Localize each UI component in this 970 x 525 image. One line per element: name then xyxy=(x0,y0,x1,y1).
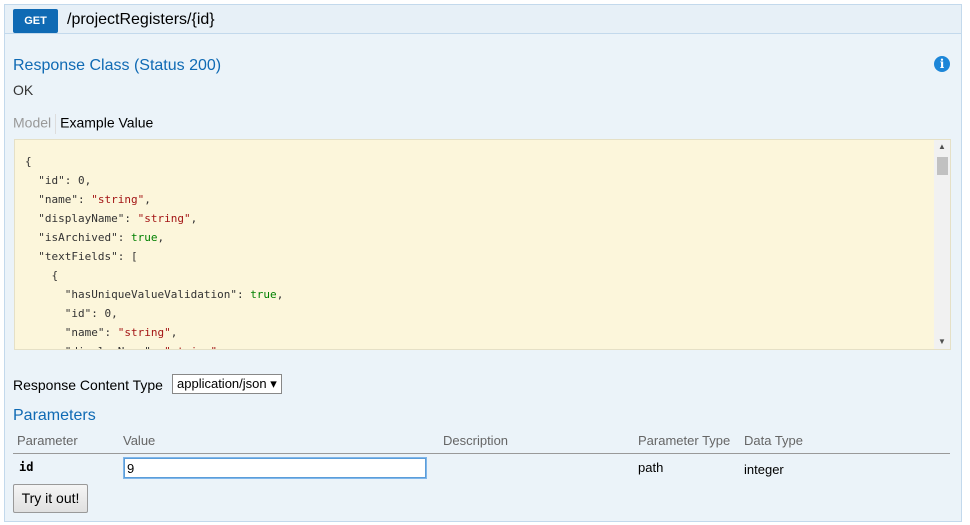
code-token: : xyxy=(91,307,105,320)
code-token: "string" xyxy=(137,212,191,225)
operation-heading[interactable]: GET /projectRegisters/{id} xyxy=(5,5,961,34)
col-description: Description xyxy=(443,433,509,448)
tab-example-value[interactable]: Example Value xyxy=(60,115,153,131)
code-token: : xyxy=(64,174,78,187)
code-token: "string" xyxy=(164,345,217,349)
example-value-box[interactable]: { "id": 0, "name": "string", "displayNam… xyxy=(14,139,951,350)
scroll-thumb[interactable] xyxy=(937,157,948,175)
example-json-code: { "id": 0, "name": "string", "displayNam… xyxy=(15,140,950,349)
col-value: Value xyxy=(123,433,156,448)
code-token: { xyxy=(25,155,32,168)
scroll-up-arrow-icon[interactable]: ▲ xyxy=(934,140,950,154)
try-it-out-button[interactable]: Try it out! xyxy=(13,484,88,513)
scroll-down-arrow-icon[interactable]: ▼ xyxy=(934,335,950,349)
tab-divider xyxy=(55,114,57,134)
code-token: : xyxy=(104,326,118,339)
response-class-title: Response Class (Status 200) xyxy=(13,57,222,74)
code-scrollbar[interactable]: ▲ ▼ xyxy=(934,140,950,349)
operation-panel: GET /projectRegisters/{id} Response Clas… xyxy=(4,4,962,522)
code-token: "string" xyxy=(91,193,145,206)
code-token: , xyxy=(170,326,178,339)
code-token: : xyxy=(117,231,131,244)
col-parameter: Parameter xyxy=(17,433,78,448)
code-token: "displayName" xyxy=(38,212,125,225)
code-token: "displayName" xyxy=(65,345,151,349)
code-token: : [ xyxy=(117,250,138,263)
parameters-title: Parameters xyxy=(13,407,96,424)
code-token: "textFields" xyxy=(38,250,118,263)
code-token: : xyxy=(124,212,138,225)
code-token: 0 xyxy=(78,174,85,187)
code-token: "id" xyxy=(38,174,65,187)
http-method-badge[interactable]: GET xyxy=(13,9,58,33)
code-token: , xyxy=(157,231,165,244)
code-token: : xyxy=(78,193,92,206)
code-token: , xyxy=(111,307,118,320)
code-token: : xyxy=(151,345,164,349)
code-token: "hasUniqueValueValidation" xyxy=(64,288,237,301)
code-token: "id" xyxy=(64,307,92,320)
code-token: "string" xyxy=(117,326,171,339)
response-status-text: OK xyxy=(13,82,34,98)
code-token: "name" xyxy=(64,326,105,339)
info-icon[interactable]: i xyxy=(934,56,950,72)
code-token: "isArchived" xyxy=(38,231,118,244)
code-token: "name" xyxy=(38,193,78,206)
endpoint-path[interactable]: /projectRegisters/{id} xyxy=(67,9,215,31)
code-token: , xyxy=(84,174,92,187)
code-token: { xyxy=(25,269,59,282)
col-parameter-type: Parameter Type xyxy=(638,433,731,448)
param-id-value-input[interactable] xyxy=(123,457,427,479)
code-token: , xyxy=(144,193,151,206)
tab-model[interactable]: Model xyxy=(13,115,51,131)
param-type-cell: path xyxy=(638,460,664,475)
code-token: , xyxy=(276,288,284,301)
model-tabs: Model Example Value xyxy=(13,114,153,134)
parameters-table-header: Parameter Value Description Parameter Ty… xyxy=(13,431,950,454)
col-data-type: Data Type xyxy=(744,433,804,448)
code-token: : xyxy=(236,288,251,301)
data-type-cell: integer xyxy=(744,462,784,477)
code-token: , xyxy=(190,212,198,225)
param-name-id: id xyxy=(19,460,34,474)
response-content-type-label: Response Content Type xyxy=(13,377,163,393)
code-token: true xyxy=(250,288,277,301)
response-content-type-select[interactable]: application/json ▾ xyxy=(172,374,282,394)
code-token: true xyxy=(130,231,158,244)
